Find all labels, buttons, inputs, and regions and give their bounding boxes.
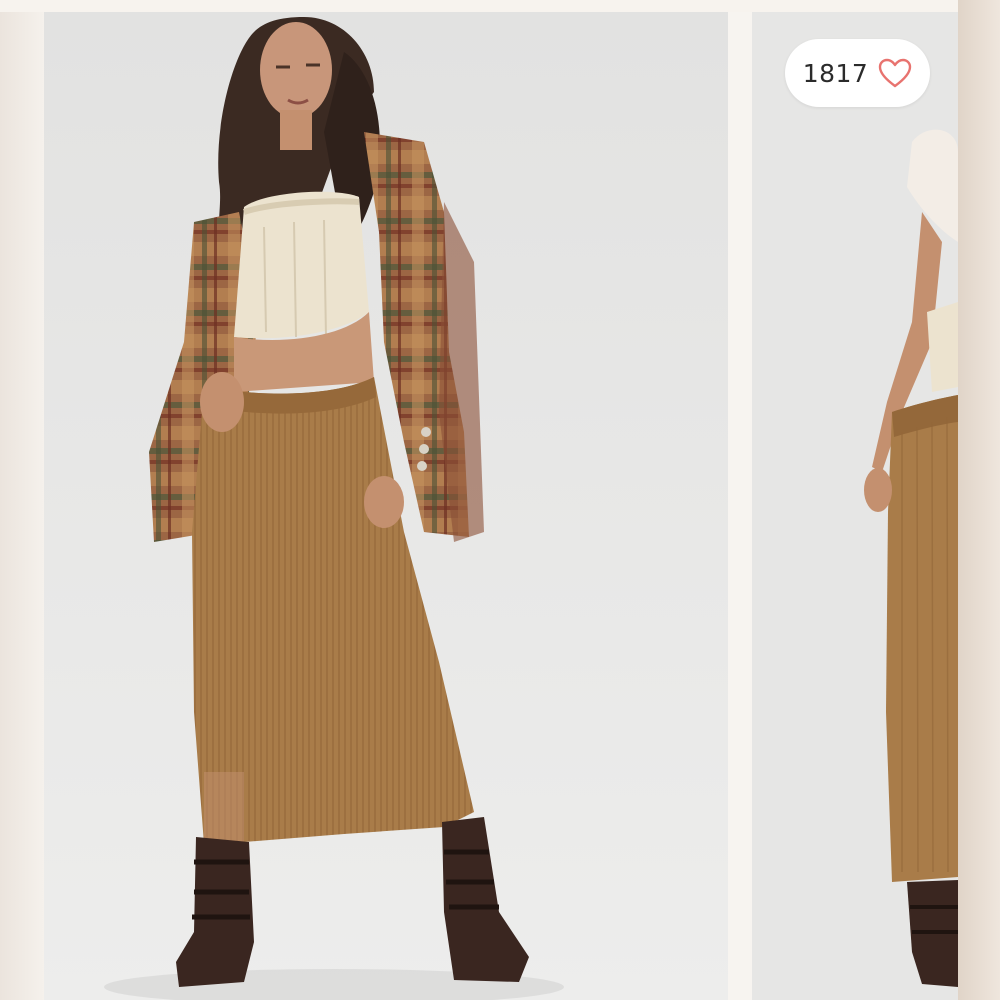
model-photo-front[interactable] xyxy=(44,12,728,1000)
listing-photo-carousel[interactable]: 1817 xyxy=(0,0,1000,1000)
right-edge xyxy=(958,0,1000,1000)
top-strip xyxy=(0,0,1000,12)
carousel-gap xyxy=(728,12,752,1000)
model-photo-back[interactable] xyxy=(752,12,958,1000)
like-count: 1817 xyxy=(802,58,869,88)
heart-outline-icon xyxy=(878,58,912,88)
like-button[interactable]: 1817 xyxy=(785,39,930,107)
model-back-illustration xyxy=(752,12,958,1000)
model-front-illustration xyxy=(44,12,728,1000)
